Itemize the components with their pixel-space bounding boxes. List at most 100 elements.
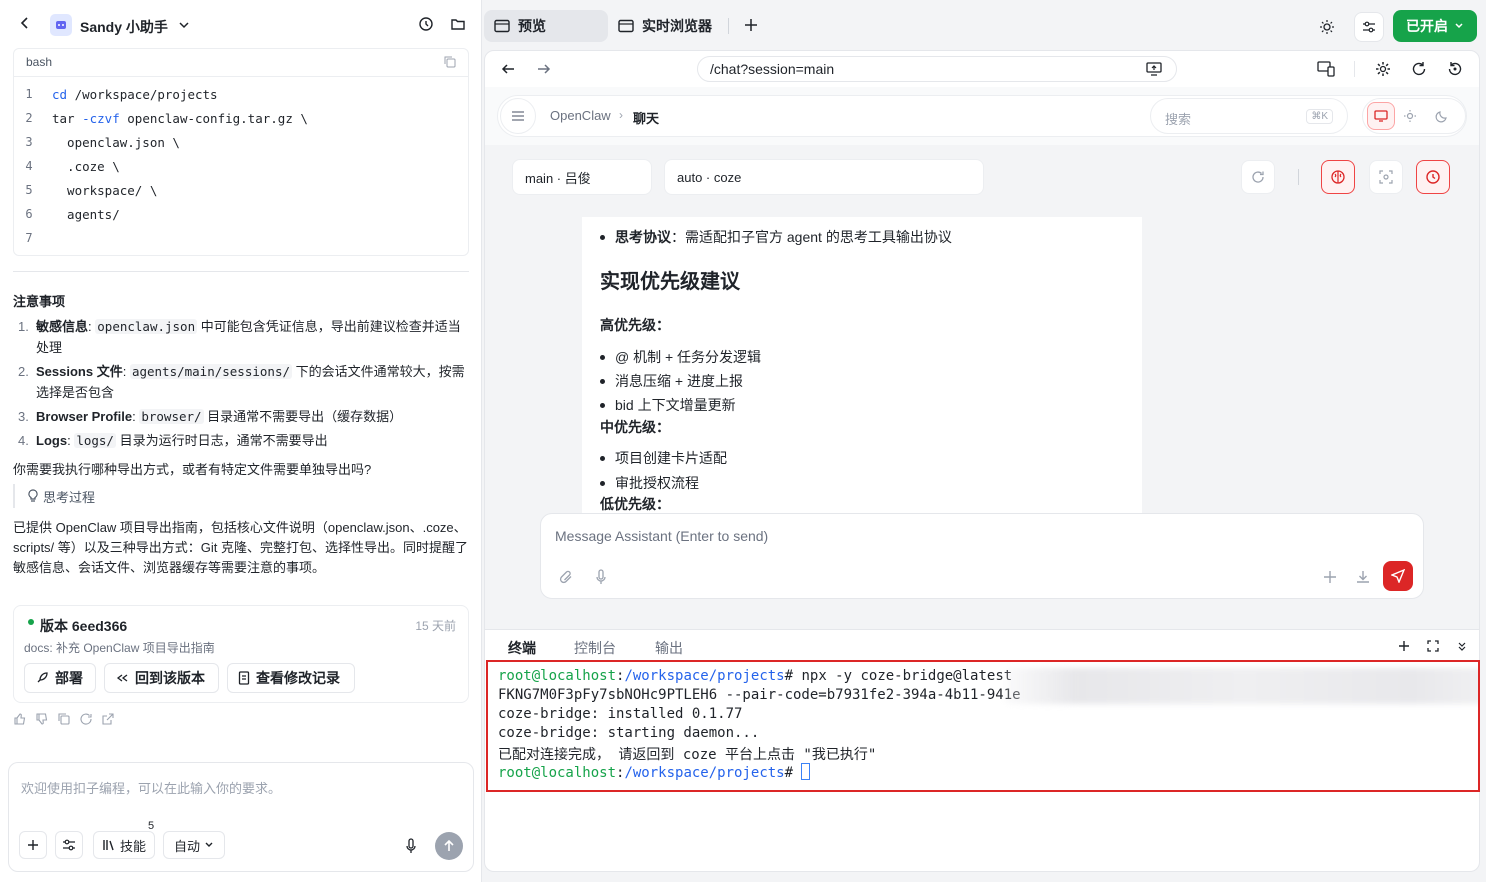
send-button[interactable]: [1383, 561, 1413, 591]
prompt-path: /workspace/projects: [624, 668, 785, 684]
note-sep: :: [67, 433, 71, 448]
back-arrow-icon[interactable]: [501, 62, 515, 76]
code-line: 3 openclaw.json \: [14, 130, 180, 154]
monitor-icon[interactable]: [1367, 102, 1395, 130]
focus-button[interactable]: [1369, 160, 1403, 194]
list-item: 1. 敏感信息: openclaw.json 中可能包含凭证信息，导出前建议检查并…: [18, 316, 470, 358]
history-icon[interactable]: [418, 16, 434, 32]
download-icon[interactable]: [1356, 570, 1370, 584]
version-desc: docs: 补充 OpenClaw 项目导出指南: [24, 641, 215, 655]
tab-live-browser[interactable]: 实时浏览器: [608, 10, 722, 42]
skills-button[interactable]: 技能 5: [93, 820, 155, 859]
search-shortcut: ⌘K: [1306, 109, 1333, 124]
microphone-icon[interactable]: [405, 838, 417, 854]
send-button[interactable]: [435, 832, 463, 860]
assistant-avatar: [50, 14, 72, 36]
app-header: OpenClaw › 聊天 搜索 ⌘K: [485, 87, 1479, 145]
code-text: openclaw-config.tar.gz \: [119, 110, 308, 126]
tab-terminal[interactable]: 终端: [508, 638, 536, 658]
sun-icon[interactable]: [1403, 109, 1417, 123]
screen-share-icon[interactable]: [1146, 62, 1162, 76]
search-placeholder: 搜索: [1165, 112, 1192, 127]
focus-icon: [1379, 170, 1393, 184]
rollback-label: 回到该版本: [135, 670, 205, 686]
prompt-user: root@localhost: [498, 765, 617, 781]
reset-icon[interactable]: [1447, 61, 1463, 77]
thumbs-down-icon[interactable]: [35, 712, 49, 726]
copy-icon[interactable]: [57, 712, 71, 726]
code-text: workspace/ \: [52, 182, 158, 198]
devices-icon[interactable]: [1317, 61, 1335, 77]
microphone-icon[interactable]: [595, 569, 607, 585]
gear-icon[interactable]: [1375, 61, 1391, 77]
chevron-down-icon: [204, 840, 214, 850]
version-card: 版本 6eed366 15 天前 docs: 补充 OpenClaw 项目导出指…: [13, 605, 469, 703]
clock-button[interactable]: [1416, 160, 1450, 194]
mode-select[interactable]: 自动: [163, 831, 225, 859]
plus-icon[interactable]: [1398, 640, 1410, 652]
line-number: 6: [25, 207, 33, 221]
clock-icon: [1426, 170, 1440, 184]
session-label: main · 吕俊: [525, 170, 591, 186]
session-select[interactable]: main · 吕俊: [512, 159, 652, 195]
refresh-icon[interactable]: [79, 712, 93, 726]
message-heading: 实现优先级建议: [600, 271, 740, 293]
paperclip-icon[interactable]: [559, 570, 573, 584]
copy-icon[interactable]: [444, 56, 456, 68]
brain-button[interactable]: [1321, 160, 1355, 194]
add-tab-icon[interactable]: [744, 18, 758, 32]
message-composer: Message Assistant (Enter to send): [540, 513, 1424, 599]
list-item-text: 项目创建卡片适配: [615, 450, 727, 466]
url-bar[interactable]: /chat?session=main: [697, 56, 1177, 82]
code-flag: -czvf: [82, 110, 120, 126]
model-select[interactable]: auto · coze: [664, 159, 984, 195]
tab-console[interactable]: 控制台: [574, 638, 616, 658]
prompt-symbol: #: [784, 765, 794, 781]
breadcrumb-current: 聊天: [633, 111, 660, 126]
redacted-region: [1004, 668, 1478, 704]
collapse-icon[interactable]: [1457, 641, 1467, 651]
theme-sun-icon[interactable]: [1312, 12, 1342, 42]
assistant-question: 你需要我执行哪种导出方式，或者有特定文件需要单独导出吗?: [13, 462, 372, 477]
reload-icon[interactable]: [1411, 61, 1427, 77]
enabled-button[interactable]: 已开启: [1393, 10, 1477, 42]
menu-icon[interactable]: [500, 98, 536, 134]
thumbs-up-icon[interactable]: [13, 712, 27, 726]
share-icon[interactable]: [101, 712, 115, 726]
search-input[interactable]: 搜索 ⌘K: [1150, 98, 1348, 134]
folder-icon[interactable]: [450, 16, 466, 32]
list-item: 思考协议：需适配扣子官方 agent 的思考工具输出协议: [600, 227, 952, 247]
breadcrumb-root[interactable]: OpenClaw: [550, 108, 611, 123]
terminal-line: coze-bridge: starting daemon...: [498, 725, 760, 741]
tab-browser-label: 实时浏览器: [642, 18, 712, 34]
assistant-name[interactable]: Sandy 小助手: [80, 17, 168, 37]
list-number: 4.: [18, 433, 29, 448]
add-button[interactable]: [19, 831, 47, 859]
history-button[interactable]: 查看修改记录: [227, 663, 355, 693]
deploy-button[interactable]: 部署: [24, 663, 96, 693]
code-block: bash 1 cd /workspace/projects 2 tar -czv…: [13, 48, 469, 256]
settings-button[interactable]: [55, 831, 83, 859]
chevron-down-icon[interactable]: [178, 19, 190, 31]
chat-input[interactable]: 欢迎使用扣子编程，可以在此输入你的要求。: [21, 778, 281, 797]
rollback-button[interactable]: 回到该版本: [104, 663, 219, 693]
thinking-toggle[interactable]: 思考过程: [13, 484, 95, 508]
back-icon[interactable]: [18, 16, 32, 30]
sliders-icon[interactable]: [1354, 12, 1384, 42]
terminal-line: FKNG7M0F3pFy7sbNOHc9PTLEH6 --pair-code=b…: [498, 687, 1021, 703]
forward-arrow-icon[interactable]: [537, 62, 551, 76]
tab-output[interactable]: 输出: [655, 638, 683, 658]
line-number: 2: [25, 111, 33, 125]
moon-icon[interactable]: [1435, 109, 1449, 123]
tab-preview[interactable]: 预览: [484, 10, 608, 42]
plus-icon[interactable]: [1323, 570, 1337, 584]
code-line: 5 workspace/ \: [14, 178, 157, 202]
line-number: 1: [25, 87, 33, 101]
mode-label: 自动: [173, 838, 200, 854]
version-status-dot: [28, 619, 34, 625]
inline-code: browser/: [139, 409, 204, 424]
refresh-button[interactable]: [1241, 160, 1275, 194]
message-input[interactable]: Message Assistant (Enter to send): [555, 528, 768, 544]
fullscreen-icon[interactable]: [1427, 640, 1439, 652]
terminal-output[interactable]: root@localhost:/workspace/projects# npx …: [486, 660, 1480, 792]
